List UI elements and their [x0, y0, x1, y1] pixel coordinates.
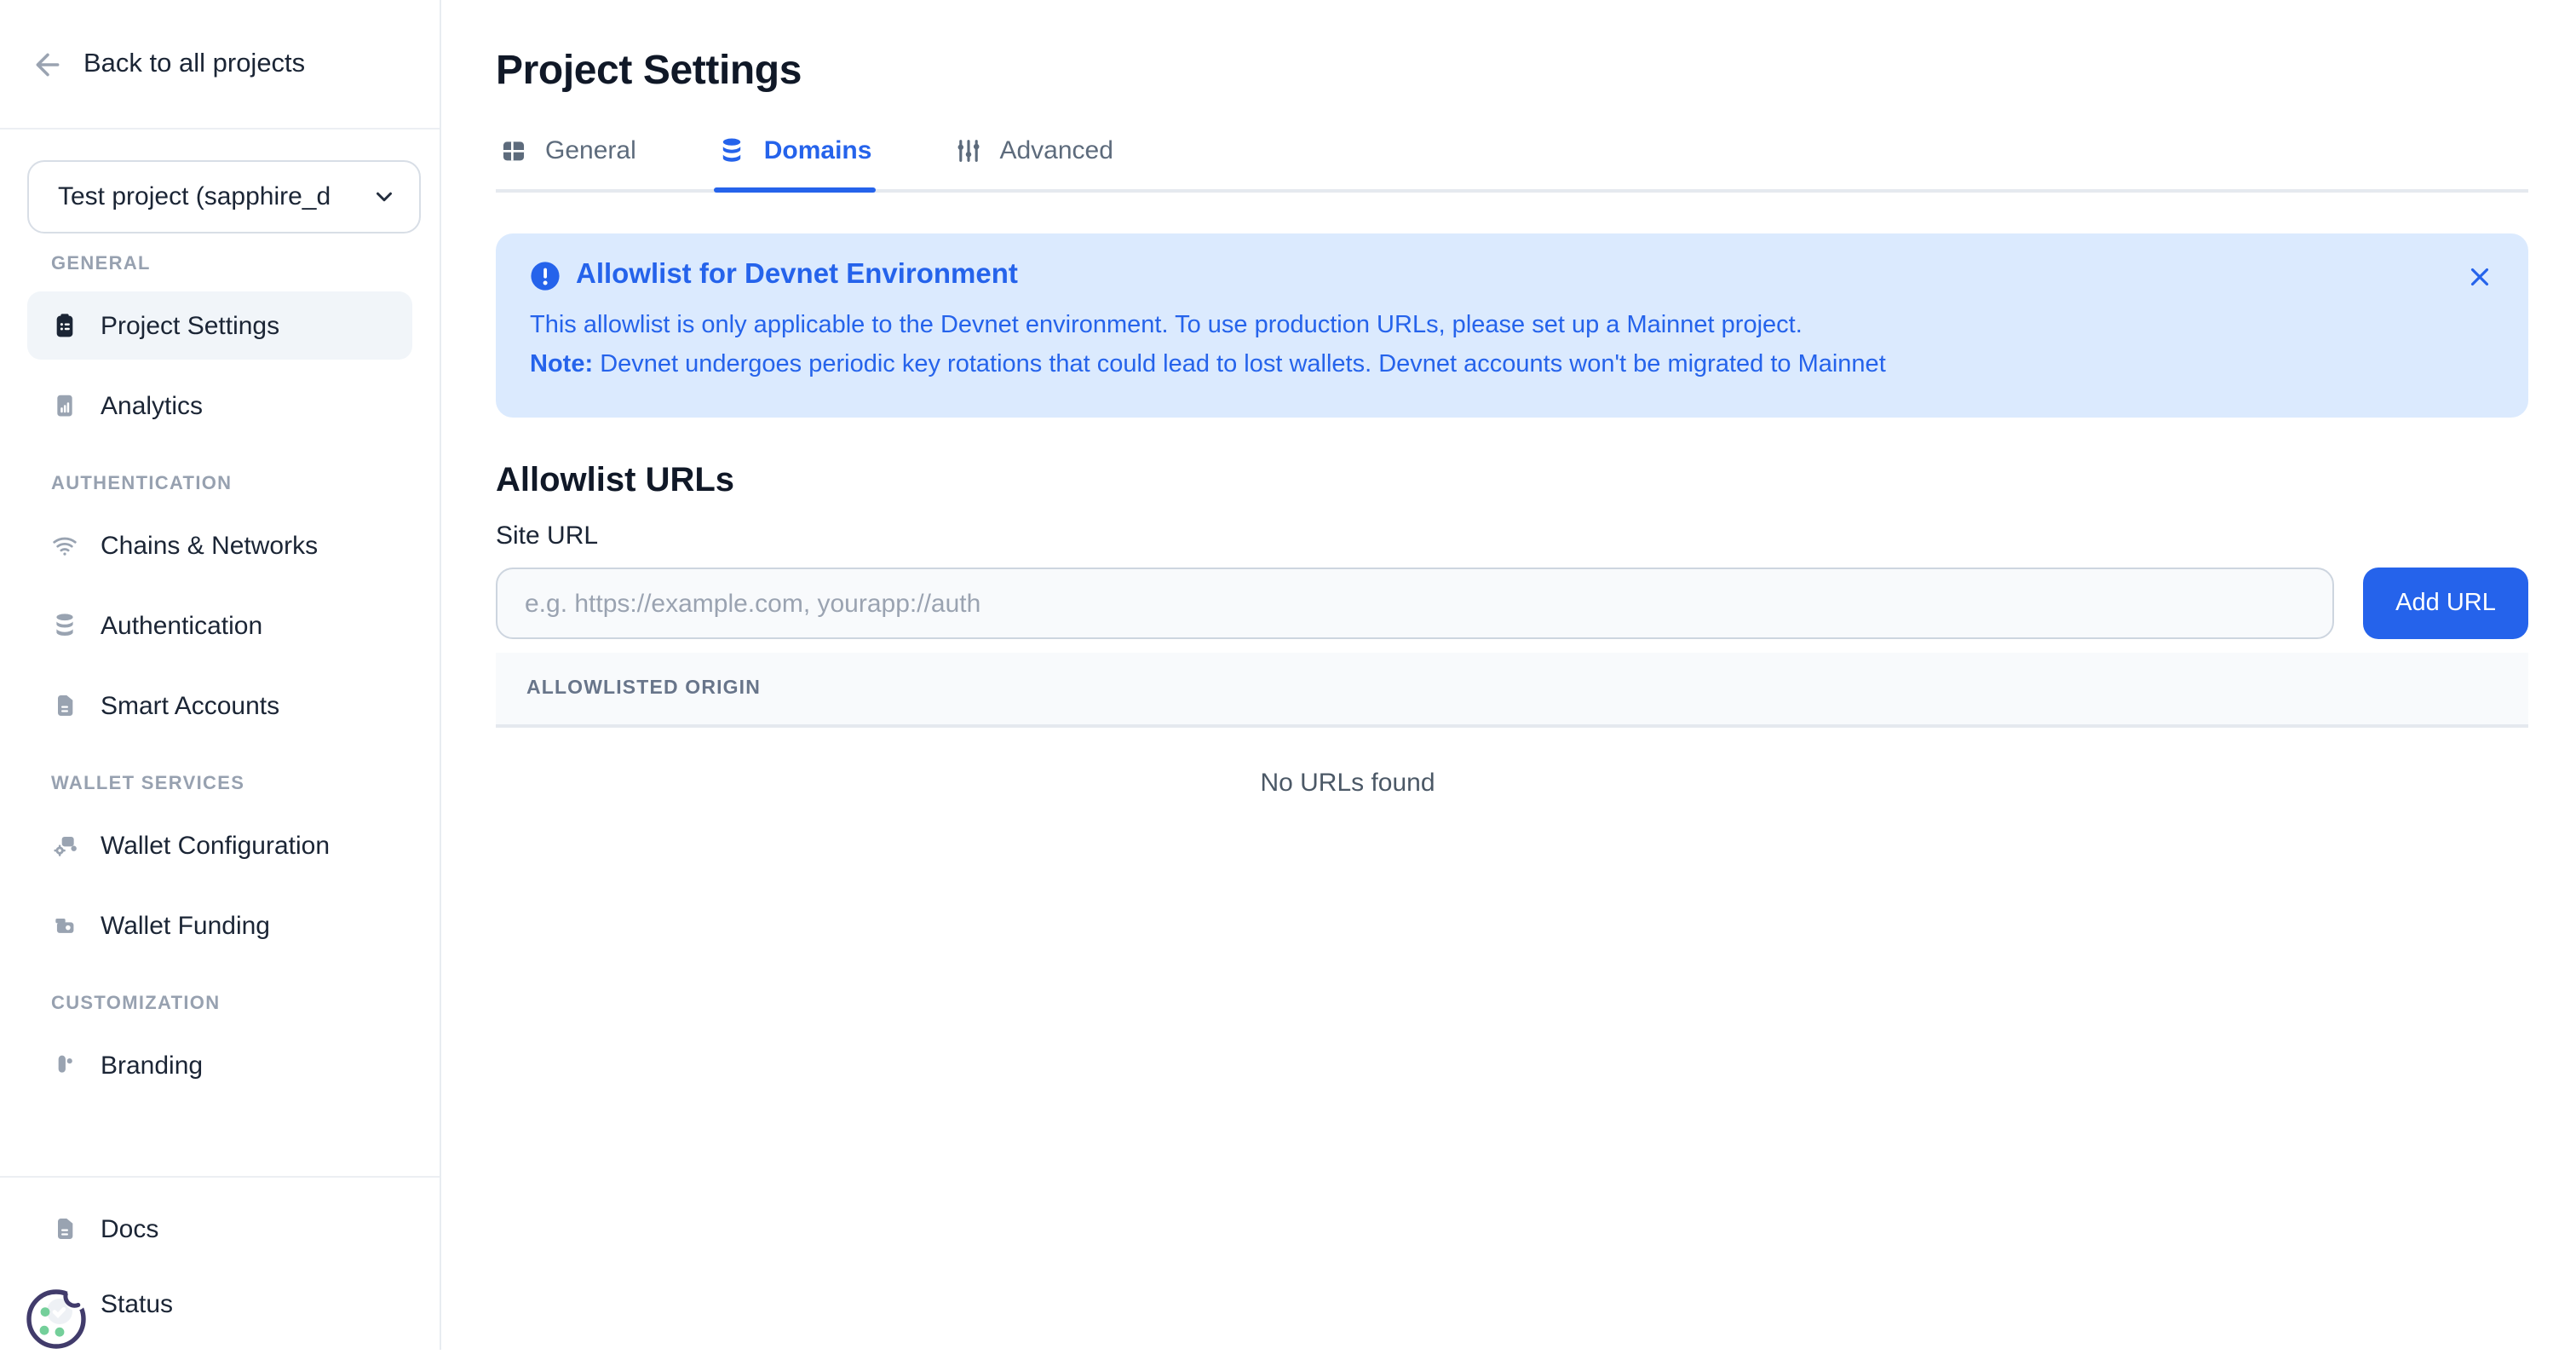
sidebar-item-label: Branding — [101, 1051, 203, 1080]
alert-title: Allowlist for Devnet Environment — [576, 259, 1018, 291]
sliders-icon — [953, 136, 982, 165]
app-root: Back to all projects Test project (sapph… — [0, 0, 2576, 1350]
clipboard-list-icon — [51, 312, 78, 339]
sidebar-item-label: Project Settings — [101, 311, 279, 340]
section-label-authentication: AUTHENTICATION — [51, 474, 412, 494]
url-input-row: Add URL — [496, 568, 2528, 639]
sidebar-item-authentication[interactable]: Authentication — [27, 591, 412, 660]
sidebar-item-smart-accounts[interactable]: Smart Accounts — [27, 671, 412, 740]
sidebar-item-label: Analytics — [101, 391, 203, 420]
document-icon — [51, 692, 78, 719]
alert-note-label: Note: — [530, 351, 593, 378]
wifi-icon — [51, 532, 78, 559]
sidebar: Back to all projects Test project (sapph… — [0, 0, 441, 1350]
chevron-down-icon — [370, 183, 397, 210]
sidebar-item-label: Chains & Networks — [101, 531, 318, 560]
sidebar-item-label: Authentication — [101, 611, 262, 640]
site-url-label: Site URL — [496, 522, 2528, 550]
project-selector-value: Test project (sapphire_d — [58, 182, 331, 211]
site-url-input[interactable] — [496, 568, 2334, 639]
sidebar-item-wallet-funding[interactable]: Wallet Funding — [27, 891, 412, 959]
tab-domains[interactable]: Domains — [715, 136, 876, 189]
allowlist-table-header: ALLOWLISTED ORIGIN — [496, 653, 2528, 728]
wallet-gear-icon — [51, 832, 78, 859]
tab-general[interactable]: General — [496, 136, 640, 189]
arrow-left-icon — [31, 47, 65, 81]
info-alert-icon — [530, 260, 561, 291]
alert-body: This allowlist is only applicable to the… — [530, 308, 2494, 383]
database-icon — [718, 136, 747, 165]
sidebar-item-label: Wallet Funding — [101, 911, 270, 940]
tab-advanced[interactable]: Advanced — [950, 136, 1116, 189]
empty-state: No URLs found — [496, 769, 2199, 798]
wallet-card-icon — [51, 912, 78, 939]
add-url-button[interactable]: Add URL — [2363, 568, 2528, 639]
sidebar-header: Back to all projects — [0, 0, 440, 130]
back-label: Back to all projects — [83, 49, 305, 79]
main-content: Project Settings General Domains Advance… — [441, 0, 2576, 1350]
project-selector-dropdown[interactable]: Test project (sapphire_d — [27, 160, 421, 233]
sidebar-item-project-settings[interactable]: Project Settings — [27, 291, 412, 360]
devnet-allowlist-alert: Allowlist for Devnet Environment This al… — [496, 233, 2528, 418]
sidebar-item-label: Wallet Configuration — [101, 831, 330, 860]
analytics-file-icon — [51, 392, 78, 419]
tab-label: Domains — [764, 136, 872, 165]
alert-line1: This allowlist is only applicable to the… — [530, 308, 2494, 344]
close-icon[interactable] — [2458, 256, 2501, 298]
cookie-icon — [20, 1283, 92, 1355]
column-header-allowlisted-origin: ALLOWLISTED ORIGIN — [526, 678, 761, 699]
section-label-customization: CUSTOMIZATION — [51, 994, 412, 1014]
sidebar-item-label: Smart Accounts — [101, 691, 279, 720]
tab-label: General — [545, 136, 636, 165]
sidebar-item-chains-networks[interactable]: Chains & Networks — [27, 511, 412, 579]
sidebar-item-docs[interactable]: Docs — [27, 1195, 412, 1263]
alert-note-text: Devnet undergoes periodic key rotations … — [600, 351, 1886, 378]
sidebar-item-branding[interactable]: Branding — [27, 1031, 412, 1099]
tab-label: Advanced — [999, 136, 1113, 165]
sidebar-item-label: Status — [101, 1289, 173, 1318]
sidebar-nav: GENERAL Project Settings Analytics AUTHE… — [0, 233, 440, 1118]
alert-note: Note: Devnet undergoes periodic key rota… — [530, 348, 2494, 383]
database-icon — [51, 612, 78, 639]
page-title: Project Settings — [496, 48, 2528, 95]
allowlist-heading: Allowlist URLs — [496, 462, 2528, 501]
sidebar-item-label: Docs — [101, 1214, 158, 1243]
empty-state-text: No URLs found — [1260, 769, 1435, 798]
grid-icon — [499, 136, 528, 165]
sidebar-item-analytics[interactable]: Analytics — [27, 372, 412, 440]
sidebar-item-wallet-configuration[interactable]: Wallet Configuration — [27, 811, 412, 879]
section-label-wallet-services: WALLET SERVICES — [51, 774, 412, 794]
section-label-general: GENERAL — [51, 254, 412, 274]
branding-icon — [51, 1052, 78, 1079]
back-to-projects-button[interactable]: Back to all projects — [27, 47, 305, 81]
tab-bar: General Domains Advanced — [496, 136, 2528, 193]
cookie-consent-button[interactable] — [20, 1283, 92, 1355]
document-icon — [51, 1215, 78, 1242]
